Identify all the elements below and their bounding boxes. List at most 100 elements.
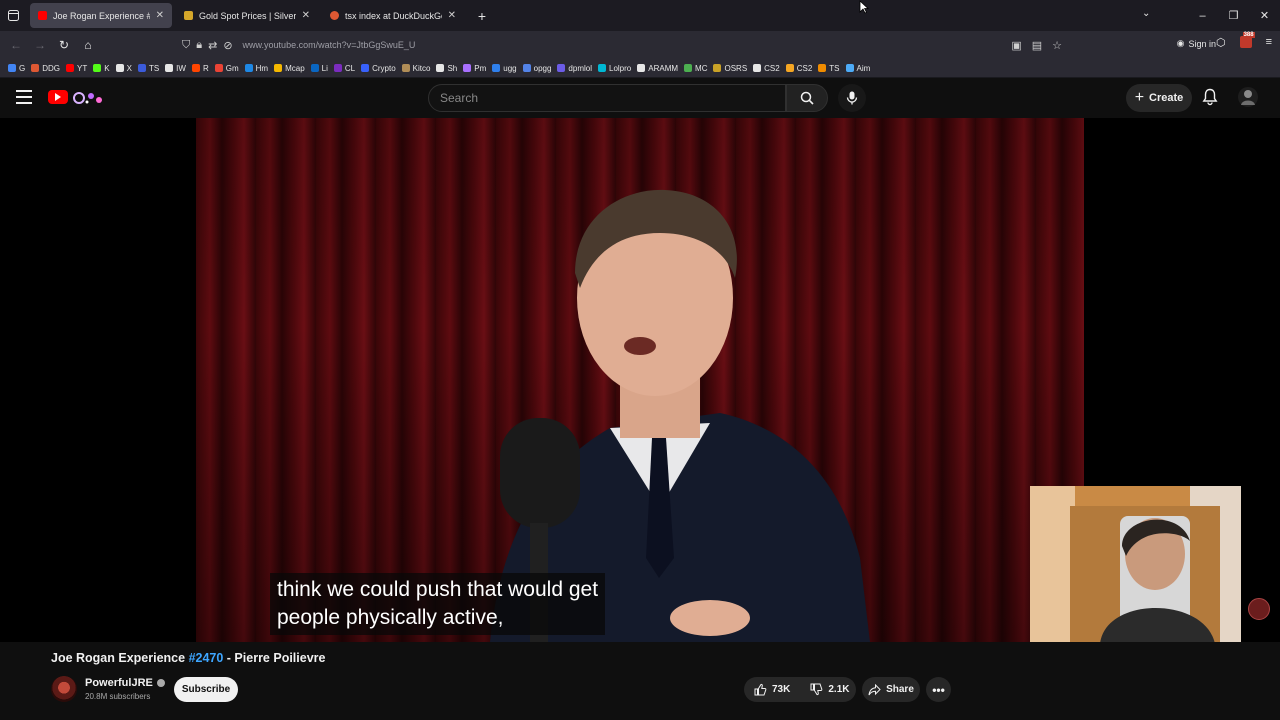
- tab-close-icon[interactable]: ✕: [156, 10, 164, 21]
- extensions-icon[interactable]: ⬡: [1216, 36, 1226, 49]
- bookmark-favicon-icon: [333, 64, 342, 72]
- search-input[interactable]: Search: [428, 84, 786, 112]
- bookmark-favicon-icon: [244, 64, 253, 72]
- bookmark-item[interactable]: YT: [66, 64, 87, 73]
- lock-icon[interactable]: 🔒︎: [196, 39, 202, 52]
- bookmark-item[interactable]: Li: [310, 64, 328, 73]
- restore-icon[interactable]: ❐: [1218, 9, 1249, 22]
- video-hashtag-link[interactable]: #2470: [189, 651, 224, 665]
- bookmark-item[interactable]: Aim: [845, 64, 870, 73]
- bookmark-item[interactable]: TS: [818, 64, 840, 73]
- doodle-logo-icon[interactable]: [71, 88, 107, 106]
- channel-name-link[interactable]: PowerfulJRE: [85, 677, 165, 689]
- bookmark-item[interactable]: Kitco: [401, 64, 430, 73]
- search-button[interactable]: [786, 84, 828, 112]
- bookmark-favicon-icon: [522, 64, 531, 72]
- bookmark-label: Pm: [474, 63, 487, 73]
- tab-close-icon[interactable]: ✕: [302, 10, 310, 21]
- bookmark-label: R: [202, 63, 209, 73]
- bookmark-label: Lolpro: [609, 63, 632, 73]
- tab-duckduckgo[interactable]: tsx index at DuckDuckGo ✕: [322, 3, 464, 28]
- home-button[interactable]: ⌂: [76, 33, 100, 57]
- close-window-icon[interactable]: ✕: [1249, 9, 1280, 22]
- bookmark-item[interactable]: IW: [165, 64, 186, 73]
- bookmark-item[interactable]: CS2: [785, 64, 812, 73]
- back-button[interactable]: ←: [4, 33, 28, 57]
- microphone-icon: [846, 91, 858, 105]
- bookmark-item[interactable]: opgg: [522, 64, 551, 73]
- plus-icon: +: [1134, 89, 1145, 106]
- bookmark-item[interactable]: Mcap: [274, 64, 305, 73]
- bookmark-item[interactable]: MC: [684, 64, 707, 73]
- bookmark-item[interactable]: TS: [137, 64, 159, 73]
- like-button[interactable]: 73K: [744, 677, 800, 702]
- picture-in-picture-icon[interactable]: ▣: [1011, 39, 1021, 52]
- bookmark-item[interactable]: Sh: [436, 64, 457, 73]
- bookmark-label: CS2: [764, 63, 780, 73]
- url-text[interactable]: www.youtube.com/watch?v=JtbGgSwuE_U: [243, 40, 1006, 50]
- tab-gold-prices[interactable]: Gold Spot Prices | Silver Prices | ✕: [176, 3, 318, 28]
- subscribe-button[interactable]: Subscribe: [174, 677, 238, 702]
- tab-close-icon[interactable]: ✕: [448, 10, 456, 21]
- bookmark-item[interactable]: OSRS: [713, 64, 747, 73]
- forward-button[interactable]: →: [28, 33, 52, 57]
- bookmark-item[interactable]: Crypto: [361, 64, 396, 73]
- bookmark-item[interactable]: Gm: [214, 64, 239, 73]
- bookmark-favicon-icon: [191, 64, 200, 72]
- bookmark-favicon-icon: [713, 64, 722, 72]
- permissions-icon[interactable]: ⇄: [208, 39, 217, 52]
- channel-watermark-icon[interactable]: [1248, 598, 1270, 620]
- voice-search-button[interactable]: [838, 84, 866, 112]
- bookmark-item[interactable]: CS2: [753, 64, 780, 73]
- channel-avatar[interactable]: [51, 676, 77, 702]
- bookmark-item[interactable]: ARAMM: [637, 64, 678, 73]
- tab-youtube[interactable]: Joe Rogan Experience #2470 - P ✕: [30, 3, 172, 28]
- create-label: Create: [1149, 92, 1184, 104]
- address-bar[interactable]: ⛉ 🔒︎ ⇄ ⊘ www.youtube.com/watch?v=JtbGgSw…: [176, 34, 1076, 56]
- bookmark-item[interactable]: Pm: [463, 64, 486, 73]
- bookmark-item[interactable]: Lolpro: [598, 64, 631, 73]
- bookmark-item[interactable]: ugg: [492, 64, 517, 73]
- autoplay-blocked-icon[interactable]: ⊘: [223, 39, 232, 52]
- avatar-icon: [1241, 90, 1255, 105]
- menu-icon[interactable]: ≡: [1266, 36, 1272, 49]
- bookmark-item[interactable]: X: [115, 64, 132, 73]
- video-player[interactable]: think we could push that would get peopl…: [0, 118, 1280, 642]
- shield-icon[interactable]: ⛉: [182, 39, 190, 52]
- youtube-logo-icon[interactable]: [48, 90, 68, 104]
- arrow-left-icon: ←: [10, 38, 22, 52]
- bookmark-star-icon[interactable]: ☆: [1052, 39, 1062, 52]
- more-actions-button[interactable]: •••: [926, 677, 951, 702]
- bookmark-favicon-icon: [165, 64, 174, 72]
- reload-button[interactable]: ↻: [52, 33, 76, 57]
- new-tab-button[interactable]: +: [470, 4, 494, 28]
- tab-list-button[interactable]: [0, 0, 26, 31]
- bookmark-label: YT: [77, 63, 88, 73]
- bookmark-item[interactable]: K: [93, 64, 110, 73]
- bookmark-item[interactable]: CL: [333, 64, 355, 73]
- sign-in-button[interactable]: ◉ Sign in: [1177, 38, 1216, 49]
- extension-button[interactable]: 388: [1239, 32, 1255, 48]
- reader-view-icon[interactable]: ▤: [1032, 39, 1042, 52]
- chevron-down-icon[interactable]: ⌄: [1142, 8, 1150, 19]
- like-dislike-bar: 73K 2.1K: [744, 677, 856, 702]
- bookmark-item[interactable]: G: [8, 64, 25, 73]
- share-button[interactable]: Share: [862, 677, 920, 702]
- bookmark-item[interactable]: Hm: [244, 64, 268, 73]
- bookmark-item[interactable]: DDG: [31, 64, 60, 73]
- verified-icon: [156, 679, 165, 687]
- bookmark-item[interactable]: dpmlol: [557, 64, 592, 73]
- minimize-icon[interactable]: –: [1187, 10, 1218, 22]
- bookmark-favicon-icon: [93, 64, 102, 72]
- dislike-button[interactable]: 2.1K: [800, 677, 859, 702]
- guide-menu-icon[interactable]: [16, 90, 32, 104]
- sign-in-label: Sign in: [1188, 38, 1216, 49]
- bookmark-label: Crypto: [372, 63, 396, 73]
- bookmark-favicon-icon: [684, 64, 693, 72]
- bookmark-item[interactable]: R: [191, 63, 209, 73]
- account-avatar[interactable]: [1238, 87, 1258, 107]
- create-button[interactable]: + Create: [1126, 84, 1192, 112]
- home-icon: ⌂: [84, 38, 92, 52]
- mouse-cursor-icon: [859, 0, 869, 14]
- notifications-button[interactable]: [1202, 88, 1218, 111]
